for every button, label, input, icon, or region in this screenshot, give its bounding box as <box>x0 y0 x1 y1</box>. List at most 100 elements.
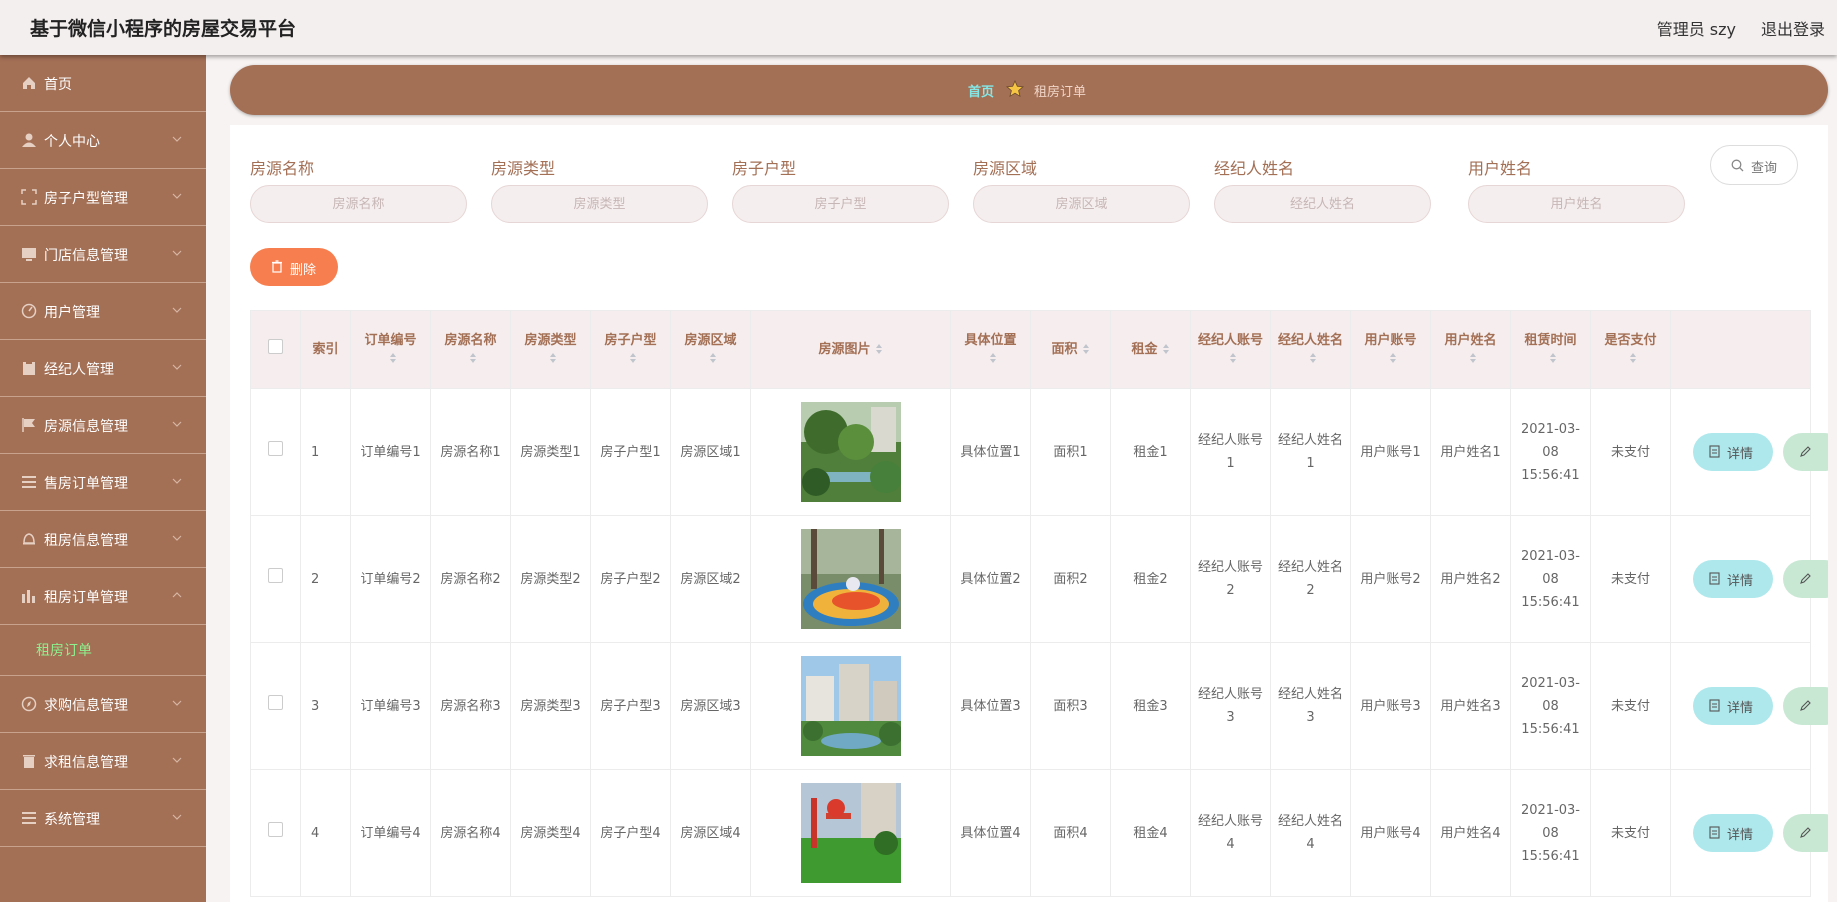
menu-icon <box>22 812 36 824</box>
sort-icon <box>709 353 716 363</box>
sidebar-item-rental-info[interactable]: 租房信息管理 <box>0 511 206 568</box>
column-header[interactable]: 房源区域 <box>670 310 751 389</box>
user-name-input[interactable] <box>1468 185 1685 223</box>
sidebar-item-label: 房子户型管理 <box>44 191 128 207</box>
row-checkbox[interactable] <box>268 694 283 710</box>
user-name-cell: 用户姓名1 <box>1430 388 1511 516</box>
row-select-cell <box>250 769 301 897</box>
sidebar-item-rental-orders[interactable]: 租房订单管理 <box>0 568 206 625</box>
sidebar-item-system-management[interactable]: 系统管理 <box>0 790 206 847</box>
column-header-label: 具体位置 <box>964 332 1017 348</box>
detail-button[interactable]: 详情 <box>1693 433 1773 471</box>
table-row: 1 订单编号1 房源名称1 房源类型1 房子户型1 房源区域1 具体位置1 面积… <box>250 388 1828 516</box>
sidebar-item-rent-requests[interactable]: 求租信息管理 <box>0 733 206 790</box>
column-header[interactable]: 房源名称 <box>430 310 511 389</box>
listing-photo-lawn[interactable] <box>800 783 901 883</box>
sidebar-item-agent-management[interactable]: 经纪人管理 <box>0 340 206 397</box>
column-header[interactable]: 面积 <box>1030 310 1111 389</box>
column-header[interactable]: 订单编号 <box>350 310 431 389</box>
select-all-checkbox[interactable] <box>268 339 283 354</box>
pencil-icon <box>1800 573 1811 584</box>
agent-name-cell: 经纪人姓名2 <box>1270 515 1351 643</box>
main-panel: 房源名称 房源类型 房子户型 房源区域 经纪人姓名 用户姓名 查询 删除 索引 … <box>230 125 1828 902</box>
area-size-cell: 面积1 <box>1030 388 1111 516</box>
column-header-label: 租金 <box>1131 341 1158 357</box>
listing-type-input[interactable] <box>491 185 708 223</box>
sidebar-item-store-info[interactable]: 门店信息管理 <box>0 226 206 283</box>
pencil-icon <box>1800 446 1811 457</box>
location-cell: 具体位置3 <box>950 642 1031 770</box>
detail-button[interactable]: 详情 <box>1693 687 1773 725</box>
column-header[interactable]: 经纪人账号 <box>1190 310 1271 389</box>
row-select-cell <box>250 642 301 770</box>
listing-area-input[interactable] <box>973 185 1190 223</box>
user-icon <box>22 133 36 147</box>
edit-button[interactable] <box>1783 560 1828 598</box>
search-button[interactable]: 查询 <box>1710 145 1798 185</box>
order-no-cell: 订单编号1 <box>350 388 431 516</box>
table-row: 3 订单编号3 房源名称3 房源类型3 房子户型3 房源区域3 具体位置3 面积… <box>250 642 1828 770</box>
sidebar-item-user-management[interactable]: 用户管理 <box>0 283 206 340</box>
agent-name-input[interactable] <box>1214 185 1431 223</box>
column-header[interactable]: 房源类型 <box>510 310 591 389</box>
sidebar-item-personal-center[interactable]: 个人中心 <box>0 112 206 169</box>
actions-cell: 详情 <box>1670 515 1828 643</box>
sidebar-item-purchase-requests[interactable]: 求购信息管理 <box>0 676 206 733</box>
detail-button[interactable]: 详情 <box>1693 560 1773 598</box>
detail-button[interactable]: 详情 <box>1693 814 1773 852</box>
select-all-cell <box>250 310 301 389</box>
column-header[interactable]: 租赁时间 <box>1510 310 1591 389</box>
search-icon <box>1731 159 1744 172</box>
detail-button-label: 详情 <box>1727 828 1754 843</box>
house-layout-input[interactable] <box>732 185 949 223</box>
column-header-label: 房源区域 <box>684 332 737 348</box>
delete-button[interactable]: 删除 <box>250 248 338 286</box>
sidebar: 首页 个人中心 房子户型管理 门店信息管理 用户管理 经纪人管理 房源信息管理 … <box>0 55 206 902</box>
sidebar-item-label: 售房订单管理 <box>44 476 128 492</box>
listing-photo-apartments[interactable] <box>800 656 901 756</box>
logout-link[interactable]: 退出登录 <box>1761 16 1825 40</box>
listing-area-cell: 房源区域2 <box>670 515 751 643</box>
row-checkbox[interactable] <box>268 821 283 837</box>
sidebar-subitem-rental-orders[interactable]: 租房订单 <box>0 625 206 676</box>
sort-icon <box>1162 344 1169 354</box>
detail-button-label: 详情 <box>1727 447 1754 462</box>
sidebar-item-house-type[interactable]: 房子户型管理 <box>0 169 206 226</box>
agent-account-cell: 经纪人账号2 <box>1190 515 1271 643</box>
row-checkbox[interactable] <box>268 440 283 456</box>
row-checkbox[interactable] <box>268 567 283 583</box>
sidebar-item-sale-orders[interactable]: 售房订单管理 <box>0 454 206 511</box>
column-header[interactable]: 用户姓名 <box>1430 310 1511 389</box>
listing-photo-garden[interactable] <box>800 402 901 502</box>
column-header[interactable]: 是否支付 <box>1590 310 1671 389</box>
filter-label-user-name: 用户姓名 <box>1468 159 1533 178</box>
sidebar-item-home[interactable]: 首页 <box>0 55 206 112</box>
agent-account-cell: 经纪人账号1 <box>1190 388 1271 516</box>
breadcrumb-home-link[interactable]: 首页 <box>968 81 994 100</box>
chevron-down-icon <box>172 478 182 484</box>
column-header[interactable]: 用户账号 <box>1350 310 1431 389</box>
column-header-label: 面积 <box>1051 341 1078 357</box>
edit-button[interactable] <box>1783 687 1828 725</box>
rent-cell: 租金4 <box>1110 769 1191 897</box>
user-name-cell: 用户姓名3 <box>1430 642 1511 770</box>
column-header[interactable]: 租金 <box>1110 310 1191 389</box>
listing-name-input[interactable] <box>250 185 467 223</box>
chevron-down-icon <box>172 421 182 427</box>
chevron-down-icon <box>172 364 182 370</box>
listing-image-cell <box>750 642 951 770</box>
edit-button[interactable] <box>1783 433 1828 471</box>
column-header-label: 经纪人账号 <box>1197 332 1263 348</box>
edit-button[interactable] <box>1783 814 1828 852</box>
column-header-label: 房源图片 <box>818 341 871 357</box>
column-header[interactable]: 房源图片 <box>750 310 951 389</box>
listing-area-cell: 房源区域3 <box>670 642 751 770</box>
column-header[interactable]: 经纪人姓名 <box>1270 310 1351 389</box>
sort-icon <box>1629 353 1636 363</box>
column-header[interactable]: 具体位置 <box>950 310 1031 389</box>
agent-account-cell: 经纪人账号3 <box>1190 642 1271 770</box>
sidebar-subitem-label: 租房订单 <box>36 643 92 659</box>
column-header[interactable]: 房子户型 <box>590 310 671 389</box>
sidebar-item-listing-info[interactable]: 房源信息管理 <box>0 397 206 454</box>
listing-photo-playground[interactable] <box>800 529 901 629</box>
